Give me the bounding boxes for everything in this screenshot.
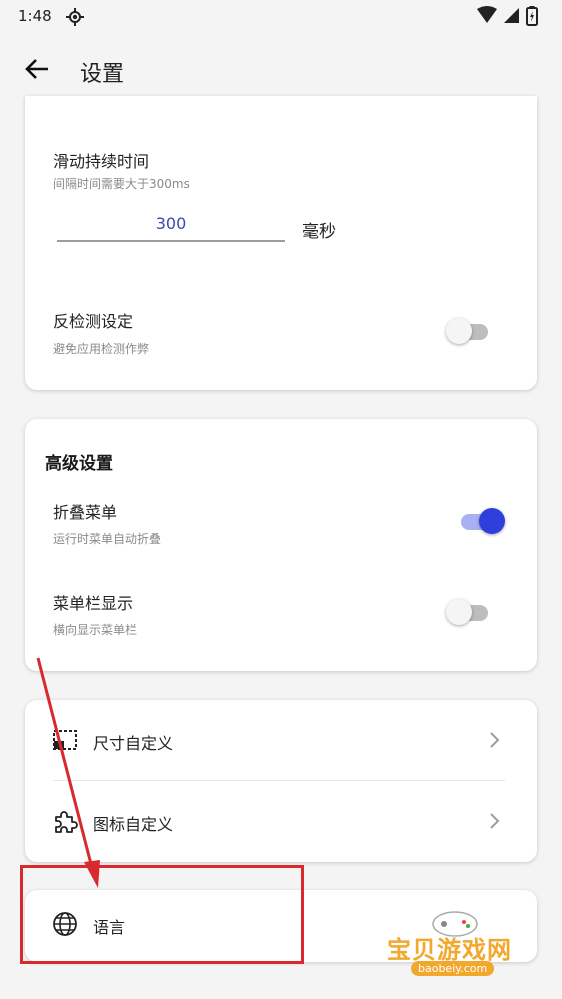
fold-menu-title: 折叠菜单 xyxy=(53,503,118,522)
watermark-text: 宝贝游戏网 xyxy=(387,936,512,964)
customization-card: 尺寸自定义 图标自定义 xyxy=(25,700,537,862)
anti-detect-toggle[interactable] xyxy=(446,316,496,346)
annotation-highlight-box xyxy=(20,865,304,964)
toggle-thumb xyxy=(446,599,472,625)
menu-bar-toggle[interactable] xyxy=(446,597,496,627)
advanced-section-title: 高级设置 xyxy=(45,454,113,474)
signal-icon xyxy=(504,8,519,23)
swipe-duration-unit: 毫秒 xyxy=(302,222,336,242)
page-title: 设置 xyxy=(80,62,125,87)
toggle-thumb xyxy=(446,318,472,344)
location-icon xyxy=(66,8,84,26)
watermark: 宝贝游戏网 baobeiy.com xyxy=(385,900,555,990)
anti-detect-title: 反检测设定 xyxy=(53,312,134,331)
swipe-duration-subtitle: 间隔时间需要大于300ms xyxy=(53,177,190,191)
general-settings-card: 滑动持续时间 间隔时间需要大于300ms 毫秒 反检测设定 避免应用检测作弊 xyxy=(25,96,537,390)
puzzle-icon xyxy=(55,811,78,833)
watermark-url: baobeiy.com xyxy=(411,961,495,976)
icon-custom-label: 图标自定义 xyxy=(93,815,174,834)
icon-custom-row[interactable]: 图标自定义 xyxy=(25,781,537,861)
menu-bar-subtitle: 横向显示菜单栏 xyxy=(53,623,138,637)
advanced-settings-card: 高级设置 折叠菜单 运行时菜单自动折叠 菜单栏显示 横向显示菜单栏 xyxy=(25,419,537,671)
chevron-right-icon xyxy=(490,732,500,748)
fold-menu-subtitle: 运行时菜单自动折叠 xyxy=(53,532,162,546)
chevron-right-icon xyxy=(490,813,500,829)
size-custom-row[interactable]: 尺寸自定义 xyxy=(25,700,537,781)
menu-bar-title: 菜单栏显示 xyxy=(53,594,134,613)
battery-icon xyxy=(526,6,538,26)
swipe-duration-input[interactable] xyxy=(57,206,285,242)
status-icons xyxy=(476,6,546,26)
status-bar: 1:48 xyxy=(0,0,562,34)
anti-detect-subtitle: 避免应用检测作弊 xyxy=(53,342,150,356)
size-custom-label: 尺寸自定义 xyxy=(93,734,174,753)
wifi-icon xyxy=(477,6,497,23)
swipe-duration-title: 滑动持续时间 xyxy=(53,152,150,171)
back-arrow-icon[interactable] xyxy=(22,54,52,84)
toggle-thumb xyxy=(479,508,505,534)
status-time: 1:48 xyxy=(18,7,52,25)
fold-menu-toggle[interactable] xyxy=(455,506,505,536)
crop-icon xyxy=(53,730,77,750)
